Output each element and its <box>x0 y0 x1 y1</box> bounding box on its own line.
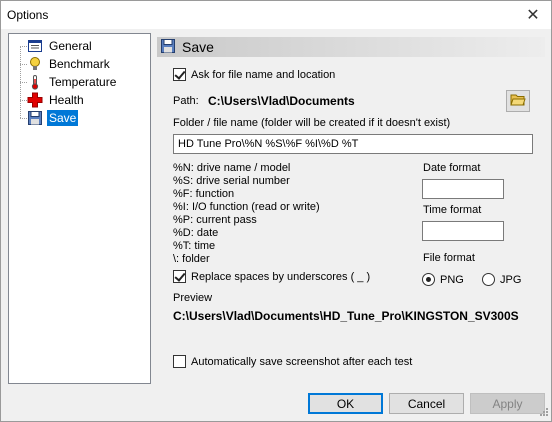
folder-file-name-input[interactable]: HD Tune Pro\%N %S\%F %I\%D %T <box>173 134 533 154</box>
tree-connector <box>20 100 27 101</box>
path-label: Path: <box>173 95 199 107</box>
path-value: C:\Users\Vlad\Documents <box>208 94 355 108</box>
legend-line: %T: time <box>173 240 216 252</box>
ok-button[interactable]: OK <box>308 393 383 414</box>
jpg-label: JPG <box>500 273 522 286</box>
apply-button[interactable]: Apply <box>470 393 545 414</box>
tree-item-health[interactable]: Health <box>27 92 86 108</box>
benchmark-icon <box>27 56 43 72</box>
legend-line: %F: function <box>173 188 235 200</box>
file-format-label: File format <box>423 252 475 264</box>
tree-item-label: General <box>49 39 92 53</box>
tree-item-label: Health <box>49 93 84 107</box>
auto-save-label: Automatically save screenshot after each… <box>191 355 413 368</box>
tree-connector <box>20 82 27 83</box>
folder-file-name-label: Folder / file name (folder will be creat… <box>173 117 451 129</box>
floppy-disk-icon <box>160 38 176 57</box>
window-title: Options <box>7 8 49 22</box>
general-icon <box>27 38 43 54</box>
tree-item-label: Benchmark <box>49 57 110 71</box>
png-label: PNG <box>440 273 464 286</box>
title-bar: Options ✕ <box>1 1 551 29</box>
auto-save-checkbox[interactable] <box>173 355 186 368</box>
save-settings-panel: Save Ask for file name and location Path… <box>157 33 545 384</box>
resize-grip-icon[interactable] <box>537 407 549 419</box>
jpg-radio[interactable] <box>482 273 495 286</box>
replace-spaces-option[interactable]: Replace spaces by underscores ( _ ) <box>173 270 370 283</box>
legend-line: %S: drive serial number <box>173 175 290 187</box>
png-radio[interactable] <box>422 273 435 286</box>
thermometer-icon <box>27 74 43 90</box>
file-format-jpg-option[interactable]: JPG <box>482 273 521 286</box>
tree-item-label: Temperature <box>49 75 117 89</box>
ask-filename-checkbox[interactable] <box>173 68 186 81</box>
tree-item-general[interactable]: General <box>27 38 94 54</box>
tree-item-save[interactable]: Save <box>27 110 79 126</box>
panel-header: Save <box>157 37 545 57</box>
tree-connector <box>20 46 27 47</box>
health-cross-icon <box>27 92 43 108</box>
options-window: Options ✕ General Benchmark Temperature … <box>0 0 552 422</box>
floppy-disk-icon <box>27 110 43 126</box>
options-tree: General Benchmark Temperature Health Sav… <box>8 33 151 384</box>
time-format-input[interactable] <box>422 221 504 241</box>
date-format-label: Date format <box>423 162 481 174</box>
time-format-label: Time format <box>423 204 482 216</box>
legend-line: %P: current pass <box>173 214 257 226</box>
file-format-png-option[interactable]: PNG <box>422 273 464 286</box>
legend-line: %I: I/O function (read or write) <box>173 201 320 213</box>
tree-item-label: Save <box>47 110 79 126</box>
ask-filename-label: Ask for file name and location <box>191 68 336 81</box>
date-format-input[interactable] <box>422 179 504 199</box>
browse-folder-button[interactable] <box>506 90 530 112</box>
legend-line: %D: date <box>173 227 219 239</box>
tree-item-temperature[interactable]: Temperature <box>27 74 118 90</box>
tree-connector <box>20 118 27 119</box>
ask-filename-option[interactable]: Ask for file name and location <box>173 68 335 81</box>
cancel-button[interactable]: Cancel <box>389 393 464 414</box>
panel-title: Save <box>182 39 214 55</box>
replace-spaces-label: Replace spaces by underscores ( _ ) <box>191 270 371 283</box>
tree-item-benchmark[interactable]: Benchmark <box>27 56 112 72</box>
preview-value: C:\Users\Vlad\Documents\HD_Tune_Pro\KING… <box>173 309 519 323</box>
legend-line: %N: drive name / model <box>173 162 291 174</box>
preview-label: Preview <box>173 292 213 304</box>
legend-line: \: folder <box>173 253 210 265</box>
tree-connector <box>20 64 27 65</box>
replace-spaces-checkbox[interactable] <box>173 270 186 283</box>
auto-save-option[interactable]: Automatically save screenshot after each… <box>173 355 412 368</box>
folder-open-icon <box>510 93 526 110</box>
close-button[interactable]: ✕ <box>515 1 551 29</box>
